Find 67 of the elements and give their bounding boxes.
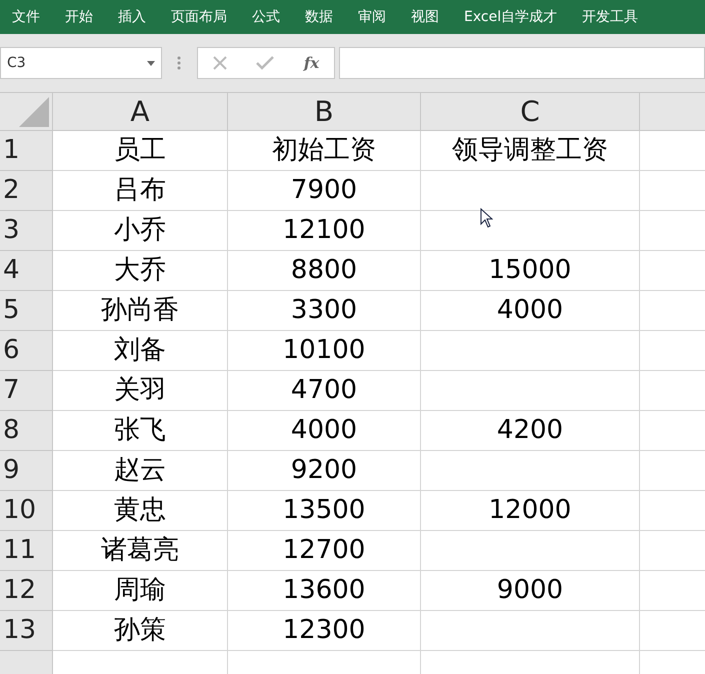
ribbon-tab[interactable]: 页面布局 <box>146 6 227 28</box>
table-cell: 7900 <box>228 171 421 211</box>
row-header[interactable]: 11 <box>0 531 53 571</box>
table-cell: 关羽 <box>53 371 228 411</box>
row-header[interactable]: 6 <box>0 331 53 371</box>
table-cell: 4000 <box>228 411 421 451</box>
ribbon-tab[interactable]: 插入 <box>93 6 146 28</box>
table-cell: 孙策 <box>53 611 228 651</box>
row-header[interactable]: 1 <box>0 131 53 171</box>
table-cell: 周瑜 <box>53 571 228 611</box>
table-cell: 13500 <box>228 491 421 531</box>
table-cell: 4700 <box>228 371 421 411</box>
row-header[interactable]: 10 <box>0 491 53 531</box>
table-cell: 黄忠 <box>53 491 228 531</box>
column-header[interactable]: C <box>421 93 640 130</box>
row-header[interactable]: 5 <box>0 291 53 331</box>
row-header[interactable]: 8 <box>0 411 53 451</box>
ribbon-tab[interactable]: 开始 <box>40 6 93 28</box>
check-icon[interactable] <box>256 56 274 70</box>
ribbon-tab[interactable]: 审阅 <box>333 6 386 28</box>
row-header[interactable]: 2 <box>0 171 53 211</box>
table-cell: 初始工资 <box>228 131 421 171</box>
table-cell: 9200 <box>228 451 421 491</box>
cell-reference: C3 <box>7 54 26 72</box>
table-cell: 员工 <box>53 131 228 171</box>
table-cell: 13600 <box>228 571 421 611</box>
table-cell: 吕布 <box>53 171 228 211</box>
table-cell: 10100 <box>228 331 421 371</box>
row-header[interactable]: 12 <box>0 571 53 611</box>
drag-handle-icon <box>177 56 181 70</box>
table-cell: 3300 <box>228 291 421 331</box>
table-cell: 领导调整工资 <box>421 131 640 171</box>
ribbon-tab[interactable]: 数据 <box>280 6 333 28</box>
ribbon-tab[interactable]: 公式 <box>227 6 280 28</box>
close-icon[interactable] <box>212 56 227 70</box>
mouse-pointer-icon <box>480 208 493 228</box>
column-header[interactable]: A <box>53 93 228 130</box>
table-cell: 12700 <box>228 531 421 571</box>
table-cell: 刘备 <box>53 331 228 371</box>
row-header[interactable]: 7 <box>0 371 53 411</box>
ribbon-tab[interactable]: 开发工具 <box>557 6 638 28</box>
table-cell: 15000 <box>421 251 640 291</box>
table-cell: 12000 <box>421 491 640 531</box>
table-cell: 4000 <box>421 291 640 331</box>
row-header[interactable]: 13 <box>0 611 53 651</box>
table-cell: 小乔 <box>53 211 228 251</box>
insert-function-button[interactable]: fx <box>304 52 320 74</box>
table-cell: 张飞 <box>53 411 228 451</box>
table-cell: 12300 <box>228 611 421 651</box>
table-cell: 孙尚香 <box>53 291 228 331</box>
row-header[interactable]: 9 <box>0 451 53 491</box>
table-cell: 8800 <box>228 251 421 291</box>
dropdown-caret-icon <box>147 60 155 66</box>
table-cell: 4200 <box>421 411 640 451</box>
ribbon-tab[interactable]: 视图 <box>386 6 439 28</box>
table-cell: 9000 <box>421 571 640 611</box>
row-header[interactable]: 4 <box>0 251 53 291</box>
name-box[interactable]: C3 <box>0 47 162 79</box>
table-cell: 大乔 <box>53 251 228 291</box>
ribbon-tab[interactable]: Excel自学成才 <box>439 6 558 28</box>
column-header[interactable]: B <box>228 93 421 130</box>
table-cell: 赵云 <box>53 451 228 491</box>
table-cell: 12100 <box>228 211 421 251</box>
row-header[interactable]: 3 <box>0 211 53 251</box>
formula-input-field[interactable] <box>339 47 705 79</box>
table-cell: 诸葛亮 <box>53 531 228 571</box>
ribbon-tab[interactable]: 文件 <box>0 6 40 28</box>
